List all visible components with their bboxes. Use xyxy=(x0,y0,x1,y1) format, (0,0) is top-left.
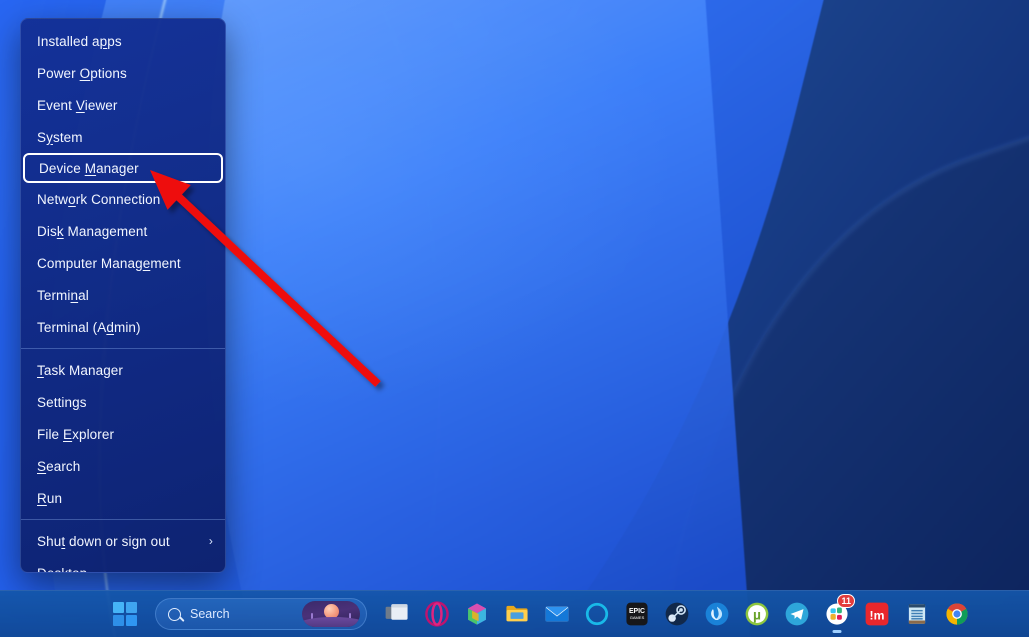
notepad-icon xyxy=(904,601,930,627)
menu-item-label: Network Connection xyxy=(37,191,161,207)
menu-item-label: Desktop xyxy=(37,565,88,573)
file-explorer-icon xyxy=(504,601,530,627)
taskbar-slack-icon[interactable]: 11 xyxy=(817,594,857,634)
menu-item-label: Shut down or sign out xyxy=(37,533,170,549)
menu-item-label: Terminal (Admin) xyxy=(37,319,141,335)
epic-games-icon: EPIC GAMES xyxy=(624,601,650,627)
menu-item-label: Disk Management xyxy=(37,223,148,239)
menu-item-label: Power Options xyxy=(37,65,127,81)
search-input[interactable]: Search xyxy=(155,598,367,630)
search-icon xyxy=(168,607,181,621)
menu-separator xyxy=(21,519,225,520)
taskbar-file-explorer-icon[interactable] xyxy=(497,594,537,634)
taskbar-microsoft-store-icon[interactable] xyxy=(457,594,497,634)
menu-item-label: Computer Management xyxy=(37,255,181,271)
menu-item-device-manager[interactable]: Device Manager xyxy=(23,153,223,183)
menu-item-label: Device Manager xyxy=(39,160,139,176)
svg-text:!m: !m xyxy=(870,609,885,623)
taskbar-atom-blue-icon[interactable] xyxy=(697,594,737,634)
menu-item-event-viewer[interactable]: Event Viewer xyxy=(21,89,225,121)
screen: Installed apps Power Options Event Viewer S… xyxy=(0,0,1029,637)
search-placeholder: Search xyxy=(190,607,230,621)
desert-moon-thumbnail xyxy=(302,601,360,627)
task-view-icon xyxy=(384,601,410,627)
telegram-icon xyxy=(784,601,810,627)
atom-blue-icon xyxy=(704,601,730,627)
power-user-context-menu[interactable]: Installed apps Power Options Event Viewer S… xyxy=(20,18,226,573)
menu-item-desktop[interactable]: Desktop xyxy=(21,557,225,573)
steam-icon xyxy=(664,601,690,627)
start-button[interactable] xyxy=(104,595,146,633)
menu-item-network-connection[interactable]: Network Connection xyxy=(21,183,225,215)
menu-item-power-options[interactable]: Power Options xyxy=(21,57,225,89)
menu-item-label: Event Viewer xyxy=(37,97,118,113)
menu-item-system[interactable]: System xyxy=(21,121,225,153)
running-indicator xyxy=(832,630,842,633)
svg-text:GAMES: GAMES xyxy=(630,615,645,620)
menu-item-label: Run xyxy=(37,490,63,506)
menu-item-task-manager[interactable]: Task Manager xyxy=(21,354,225,386)
menu-item-installed-apps[interactable]: Installed apps xyxy=(21,25,225,57)
opera-icon xyxy=(424,601,450,627)
menu-item-terminal[interactable]: Terminal xyxy=(21,279,225,311)
chrome-icon xyxy=(944,601,970,627)
menu-item-settings[interactable]: Settings xyxy=(21,386,225,418)
menu-separator xyxy=(21,348,225,349)
taskbar-mail-icon[interactable] xyxy=(537,594,577,634)
taskbar-opera-icon[interactable] xyxy=(417,594,457,634)
taskbar-steam-icon[interactable] xyxy=(657,594,697,634)
im-red-icon: !m xyxy=(864,601,890,627)
mail-icon xyxy=(544,601,570,627)
chevron-right-icon: › xyxy=(208,534,213,548)
menu-item-label: File Explorer xyxy=(37,426,115,442)
taskbar-im-red-icon[interactable]: !m xyxy=(857,594,897,634)
notification-badge: 11 xyxy=(837,594,855,608)
taskbar-icon-strip: EPIC GAMES µ 11 !m xyxy=(377,594,977,634)
menu-item-label: Task Manager xyxy=(37,362,123,378)
taskbar-chrome-icon[interactable] xyxy=(937,594,977,634)
svg-text:µ: µ xyxy=(753,607,761,623)
menu-item-label: Search xyxy=(37,458,81,474)
taskbar-cortana-ring-icon[interactable] xyxy=(577,594,617,634)
menu-item-label: System xyxy=(37,129,83,145)
utorrent-icon: µ xyxy=(744,601,770,627)
windows-logo-icon xyxy=(112,601,138,627)
menu-item-run[interactable]: Run xyxy=(21,482,225,514)
menu-item-label: Terminal xyxy=(37,287,89,303)
menu-item-label: Installed apps xyxy=(37,33,122,49)
menu-item-computer-management[interactable]: Computer Management xyxy=(21,247,225,279)
menu-item-shut-down-or-sign-out[interactable]: Shut down or sign out › xyxy=(21,525,225,557)
cortana-ring-icon xyxy=(584,601,610,627)
menu-item-terminal-admin[interactable]: Terminal (Admin) xyxy=(21,311,225,343)
menu-item-search[interactable]: Search xyxy=(21,450,225,482)
taskbar-utorrent-icon[interactable]: µ xyxy=(737,594,777,634)
menu-item-disk-management[interactable]: Disk Management xyxy=(21,215,225,247)
taskbar[interactable]: Search EPIC GAMES µ 11 !m xyxy=(0,590,1029,637)
taskbar-telegram-icon[interactable] xyxy=(777,594,817,634)
menu-item-file-explorer[interactable]: File Explorer xyxy=(21,418,225,450)
microsoft-store-icon xyxy=(464,601,490,627)
taskbar-epic-games-icon[interactable]: EPIC GAMES xyxy=(617,594,657,634)
menu-item-label: Settings xyxy=(37,394,87,410)
taskbar-task-view-icon[interactable] xyxy=(377,594,417,634)
taskbar-notepad-icon[interactable] xyxy=(897,594,937,634)
